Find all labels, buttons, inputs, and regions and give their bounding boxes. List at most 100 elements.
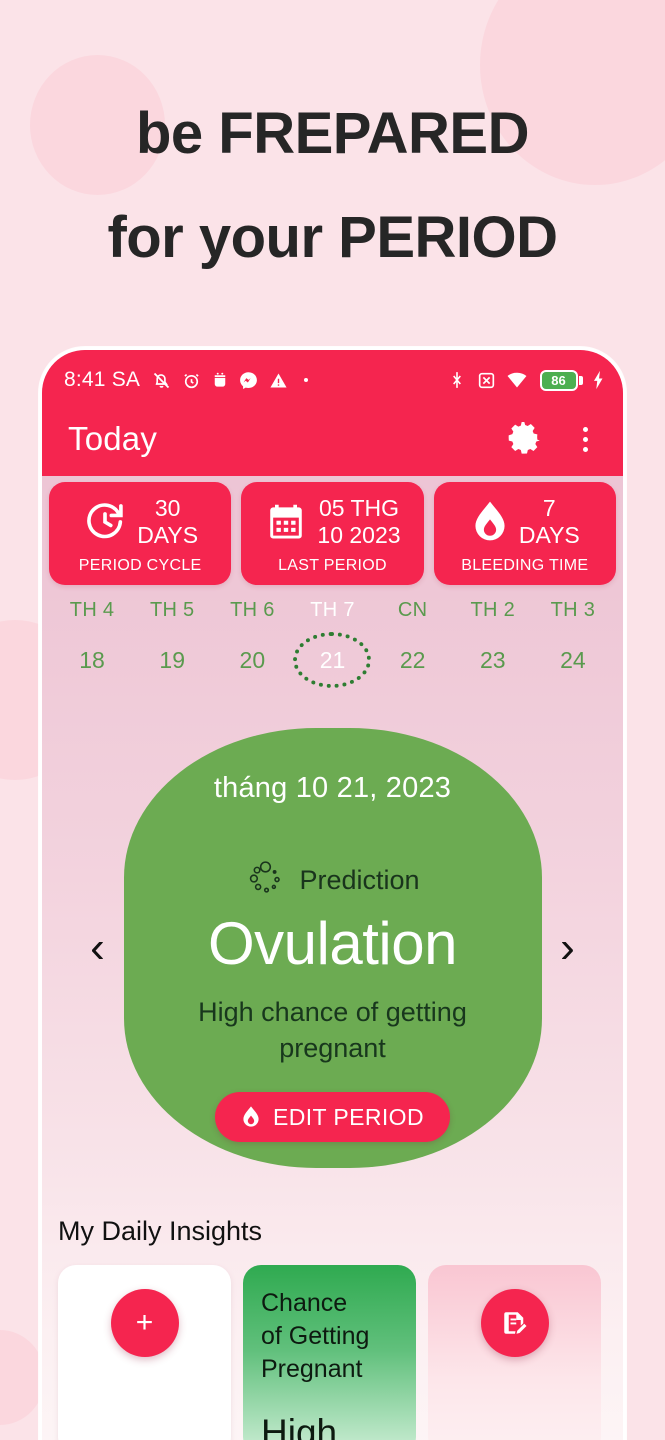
open-notes-button[interactable] — [480, 1289, 549, 1357]
prediction-card: tháng 10 21, 2023 Prediction Ovulation H… — [123, 728, 542, 1168]
phone-mockup-frame: 8:41 SA 86 Today 30 DAYS PERIOD CYCLE 05… — [39, 347, 626, 1440]
status-bar-clock: 8:41 SA — [64, 368, 141, 391]
day-number-wrap: 24 — [533, 632, 613, 688]
day-column-21-selected[interactable]: TH 7 21 — [292, 599, 372, 688]
no-sim-icon — [476, 370, 497, 391]
week-day-strip: TH 4 18 TH 5 19 TH 6 20 TH 7 21 CN 22 TH… — [42, 585, 623, 692]
bell-off-icon — [151, 370, 172, 391]
stat-card-label: LAST PERIOD — [278, 557, 387, 574]
stat-value-line-2: DAYS — [518, 522, 580, 548]
prediction-tag-label: Prediction — [299, 865, 420, 895]
day-column-22[interactable]: CN 22 — [373, 599, 453, 688]
stat-value-line-1: 05 THG — [318, 495, 400, 521]
android-debug-icon — [211, 370, 229, 391]
promo-headline: be FREPARED for your PERIOD — [0, 82, 665, 290]
insight-card-notes[interactable] — [428, 1265, 601, 1440]
warning-icon — [268, 370, 289, 391]
kebab-menu-icon — [582, 426, 588, 452]
day-name-label: TH 4 — [69, 599, 115, 621]
day-name-label: TH 2 — [470, 599, 516, 621]
battery-level-label: 86 — [539, 369, 578, 391]
day-name-label: TH 3 — [550, 599, 596, 621]
blood-drop-icon — [470, 499, 510, 545]
add-insight-button[interactable]: + — [110, 1289, 179, 1357]
day-column-19[interactable]: TH 5 19 — [132, 599, 212, 688]
stat-card-period-cycle[interactable]: 30 DAYS PERIOD CYCLE — [49, 482, 232, 585]
day-column-20[interactable]: TH 6 20 — [212, 599, 292, 688]
day-name-label: TH 7 — [310, 599, 355, 621]
day-number-label: 22 — [399, 646, 426, 673]
edit-period-button[interactable]: EDIT PERIOD — [215, 1092, 450, 1142]
stat-card-value: 30 DAYS — [137, 495, 198, 549]
stat-card-top: 7 DAYS — [442, 495, 608, 549]
note-edit-icon — [500, 1308, 530, 1338]
day-number-wrap: 22 — [373, 632, 453, 688]
insight-card-value: High — [261, 1412, 338, 1440]
stat-value-line-1: 30 — [154, 495, 181, 521]
day-column-23[interactable]: TH 2 23 — [453, 599, 533, 688]
gear-icon — [503, 417, 543, 462]
day-number-wrap: 23 — [453, 632, 533, 688]
promo-headline-line-2: for your PERIOD — [107, 205, 558, 270]
stat-card-label: BLEEDING TIME — [461, 557, 589, 574]
blood-drop-icon — [241, 1105, 261, 1129]
day-number-label: 19 — [159, 646, 185, 673]
plus-icon: + — [135, 1306, 154, 1339]
page-title: Today — [68, 420, 158, 457]
day-column-24[interactable]: TH 3 24 — [533, 599, 613, 688]
prediction-next-button[interactable]: › — [542, 926, 594, 970]
day-number-wrap: 19 — [132, 632, 212, 688]
status-bar: 8:41 SA 86 — [42, 350, 623, 402]
stat-value-line-1: 7 — [542, 495, 556, 521]
insight-card-pregnancy-chance[interactable]: Chance of Getting Pregnant High — [243, 1265, 416, 1440]
prediction-title: Ovulation — [208, 910, 457, 977]
bubbles-prediction-icon — [245, 857, 287, 904]
summary-stat-cards: 30 DAYS PERIOD CYCLE 05 THG 10 2023 LAST… — [42, 470, 623, 585]
charging-bolt-icon — [592, 370, 605, 390]
day-number-label: 20 — [239, 646, 266, 673]
stat-value-line-2: DAYS — [137, 522, 199, 548]
day-name-label: TH 6 — [230, 599, 275, 621]
stat-card-label: PERIOD CYCLE — [78, 557, 202, 574]
prediction-carousel: ‹ tháng 10 21, 2023 Prediction Ovulation… — [42, 692, 623, 1168]
cycle-refresh-clock-icon — [82, 499, 128, 545]
day-column-18[interactable]: TH 4 18 — [52, 599, 132, 688]
prediction-prev-button[interactable]: ‹ — [72, 926, 124, 970]
messenger-icon — [238, 370, 259, 391]
settings-button[interactable] — [501, 417, 545, 461]
stat-card-bleeding-time[interactable]: 7 DAYS BLEEDING TIME — [433, 482, 616, 585]
stat-card-value: 7 DAYS — [519, 495, 580, 549]
edit-period-button-label: EDIT PERIOD — [273, 1103, 424, 1130]
day-number-label: 18 — [79, 646, 105, 673]
stat-card-value: 05 THG 10 2023 — [317, 495, 400, 549]
bluetooth-icon — [447, 369, 467, 391]
battery-tip — [579, 375, 583, 385]
day-number-wrap: 20 — [212, 632, 292, 688]
day-number-wrap: 21 — [292, 632, 372, 688]
battery-icon: 86 — [539, 369, 583, 391]
day-name-label: CN — [397, 599, 428, 621]
day-number-label: 21 — [319, 646, 346, 673]
stat-value-line-2: 10 2023 — [317, 522, 401, 548]
stat-card-last-period[interactable]: 05 THG 10 2023 LAST PERIOD — [241, 482, 424, 585]
day-name-label: TH 5 — [149, 599, 195, 621]
insight-card-title: Chance of Getting Pregnant — [261, 1289, 370, 1383]
insight-card-add[interactable]: + — [58, 1265, 231, 1440]
alarm-icon — [181, 370, 202, 391]
stat-card-top: 05 THG 10 2023 — [249, 495, 415, 549]
wifi-icon — [506, 370, 528, 390]
stat-card-top: 30 DAYS — [57, 495, 223, 549]
promo-headline-line-1: be FREPARED — [135, 101, 530, 166]
day-number-label: 24 — [560, 646, 586, 673]
day-number-wrap: 18 — [52, 632, 132, 688]
overflow-menu-button[interactable] — [563, 417, 607, 461]
prediction-subtitle: High chance of getting pregnant — [198, 997, 467, 1063]
app-bar-actions — [501, 417, 607, 461]
insights-section-heading: My Daily Insights — [58, 1216, 263, 1246]
prediction-date: tháng 10 21, 2023 — [213, 772, 452, 804]
day-number-label: 23 — [479, 646, 506, 673]
status-dot-icon — [304, 378, 309, 382]
prediction-tag-row: Prediction — [245, 857, 420, 904]
phone-screen: 8:41 SA 86 Today 30 DAYS PERIOD CYCLE 05… — [42, 350, 623, 1440]
app-bar: Today — [42, 402, 623, 476]
